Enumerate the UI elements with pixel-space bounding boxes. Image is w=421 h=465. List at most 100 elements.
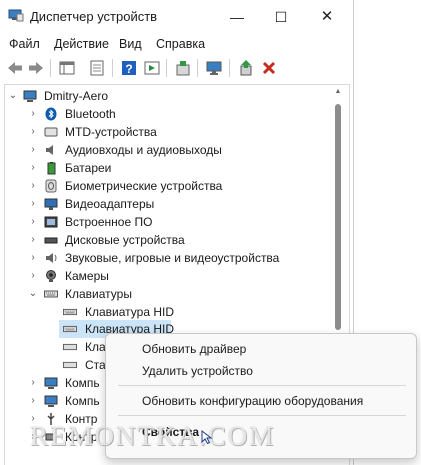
help-icon[interactable]: ? xyxy=(120,59,138,77)
chevron-right-icon[interactable]: › xyxy=(28,159,38,177)
minimize-button[interactable]: — xyxy=(226,6,248,28)
keyboard-icon xyxy=(63,325,77,333)
close-button[interactable]: ✕ xyxy=(316,6,338,28)
keyboard-device-label: Клавиатура HID xyxy=(85,305,174,319)
properties-sheet-icon[interactable] xyxy=(88,59,106,77)
chevron-down-icon[interactable]: ⌄ xyxy=(8,87,18,105)
tree-item-mtd[interactable]: › MTD-устройства xyxy=(0,123,330,141)
keyboard-icon xyxy=(63,308,77,316)
toolbar-divider xyxy=(50,59,51,77)
window-title: Диспетчер устройств xyxy=(30,9,158,24)
mtd-device-icon xyxy=(44,127,58,137)
menu-view[interactable]: Вид xyxy=(119,37,142,51)
tree-item-disk-drives[interactable]: › Дисковые устройства xyxy=(0,231,330,249)
tree-item-display-adapters[interactable]: › Видеоадаптеры xyxy=(0,195,330,213)
camera-icon xyxy=(46,270,56,282)
context-divider xyxy=(118,385,406,386)
tree-item-audio-io[interactable]: › Аудиовходы и аудиовыходы xyxy=(0,141,330,159)
scroll-up-arrow-icon[interactable]: ▲ xyxy=(333,88,343,96)
context-divider xyxy=(118,415,406,416)
chevron-right-icon[interactable]: › xyxy=(28,249,38,267)
chevron-down-icon[interactable]: ⌄ xyxy=(28,285,38,303)
menu-file[interactable]: Файл xyxy=(9,37,40,51)
tree-item-computer-2[interactable]: › Компь xyxy=(0,392,105,410)
chevron-right-icon[interactable]: › xyxy=(28,105,38,123)
firmware-icon xyxy=(44,216,58,228)
chevron-right-icon[interactable]: › xyxy=(28,267,38,285)
keyboard-device-row[interactable]: Ста xyxy=(0,356,106,374)
tree-item-biometric[interactable]: › Биометрические устройства xyxy=(0,177,330,195)
tree-item-label: Встроенное ПО xyxy=(65,215,153,229)
keyboard-device-label: Ста xyxy=(85,358,106,372)
tree-item-label: Звуковые, игровые и видеоустройства xyxy=(65,251,280,265)
tree-root[interactable]: ⌄ Dmitry-Aero xyxy=(0,87,330,105)
menu-bar: Файл Действие Вид Справка xyxy=(0,34,353,56)
tree-item-label: Bluetooth xyxy=(65,107,116,121)
speaker-icon xyxy=(46,145,53,155)
keyboard-device-row[interactable]: Кла xyxy=(0,338,106,356)
scroll-thumb[interactable] xyxy=(335,104,341,330)
keyboard-icon xyxy=(63,343,77,351)
tree-item-label: Клавиатуры xyxy=(65,287,132,301)
fingerprint-icon xyxy=(45,179,57,193)
title-bar: Диспетчер устройств — ☐ ✕ xyxy=(0,0,353,34)
keyboard-device-row[interactable]: Клавиатура HID xyxy=(0,303,330,321)
tree-item-label: Аудиовходы и аудиовыходы xyxy=(65,143,222,157)
watermark-text: REMONTKA.COM xyxy=(30,421,276,451)
tree-item-label: Биометрические устройства xyxy=(65,179,223,193)
tree-item-keyboards[interactable]: ⌄ Клавиатуры xyxy=(0,285,330,303)
context-scan-hardware[interactable]: Обновить конфигурацию оборудования xyxy=(142,394,363,408)
action-pane-icon[interactable] xyxy=(143,59,161,77)
computer-icon xyxy=(44,377,58,389)
tree-item-batteries[interactable]: › Батареи xyxy=(0,159,330,177)
keyboard-icon xyxy=(63,361,77,369)
chevron-right-icon[interactable]: › xyxy=(28,213,38,231)
mouse-cursor-icon xyxy=(201,430,213,444)
chevron-right-icon[interactable]: › xyxy=(28,141,38,159)
tree-item-sound-devices[interactable]: › Звуковые, игровые и видеоустройства xyxy=(0,249,330,267)
chevron-right-icon[interactable]: › xyxy=(28,123,38,141)
tree-item-label: Видеоадаптеры xyxy=(65,197,155,211)
toolbar-divider xyxy=(166,59,167,77)
tree-item-label: MTD-устройства xyxy=(65,125,157,139)
forward-arrow-icon[interactable] xyxy=(27,59,45,77)
device-manager-app-icon xyxy=(8,9,24,22)
toolbar: ? xyxy=(0,56,353,80)
remove-device-icon[interactable] xyxy=(260,59,278,77)
chevron-right-icon[interactable]: › xyxy=(28,392,38,410)
chevron-right-icon[interactable]: › xyxy=(28,195,38,213)
sound-device-icon xyxy=(46,253,57,263)
disk-drive-icon xyxy=(44,237,58,244)
tree-item-label: Компь xyxy=(65,376,100,390)
tree-root-label: Dmitry-Aero xyxy=(44,89,109,103)
tree-item-label: Дисковые устройства xyxy=(65,233,185,247)
back-arrow-icon[interactable] xyxy=(6,59,24,77)
monitor-icon[interactable] xyxy=(205,59,223,77)
toolbar-divider xyxy=(112,59,113,77)
keyboard-device-label: Кла xyxy=(85,340,106,354)
tree-item-computer[interactable]: › Компь xyxy=(0,374,105,392)
maximize-button[interactable]: ☐ xyxy=(270,6,292,28)
tree-item-firmware[interactable]: › Встроенное ПО xyxy=(0,213,330,231)
display-adapter-icon xyxy=(44,198,58,210)
scan-hardware-icon[interactable] xyxy=(174,59,192,77)
tree-item-cameras[interactable]: › Камеры xyxy=(0,267,330,285)
chevron-right-icon[interactable]: › xyxy=(28,231,38,249)
menu-help[interactable]: Справка xyxy=(156,37,205,51)
context-uninstall-device[interactable]: Удалить устройство xyxy=(142,364,253,378)
chevron-right-icon[interactable]: › xyxy=(28,177,38,195)
keyboard-icon xyxy=(44,290,58,298)
tree-item-bluetooth[interactable]: › Bluetooth xyxy=(0,105,330,123)
toolbar-divider xyxy=(197,59,198,77)
context-update-driver[interactable]: Обновить драйвер xyxy=(142,342,246,356)
chevron-right-icon[interactable]: › xyxy=(28,374,38,392)
tree-item-label: Батареи xyxy=(65,161,112,175)
show-hide-tree-icon[interactable] xyxy=(58,59,76,77)
tree-item-label: Камеры xyxy=(65,269,109,283)
menu-action[interactable]: Действие xyxy=(54,37,109,51)
update-driver-icon[interactable] xyxy=(237,59,255,77)
toolbar-divider xyxy=(229,59,230,77)
bluetooth-icon xyxy=(45,107,57,121)
computer-icon xyxy=(23,90,37,102)
battery-icon xyxy=(47,162,56,175)
